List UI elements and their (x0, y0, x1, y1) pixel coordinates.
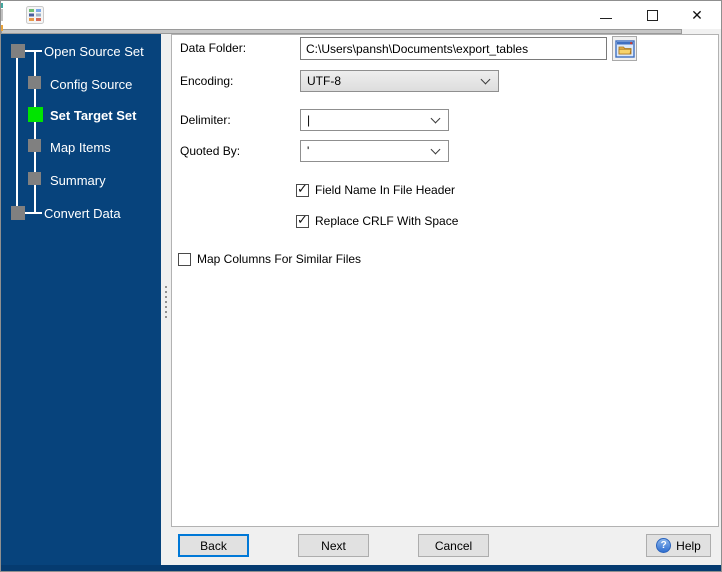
splitter-grip-icon (165, 296, 167, 298)
screen-edge-artifact (1, 9, 3, 21)
delimiter-value: | (307, 113, 311, 127)
help-question-icon: ? (656, 538, 672, 553)
checkbox-label: Replace CRLF With Space (315, 214, 459, 228)
minimize-button[interactable] (589, 1, 623, 29)
close-icon: ✕ (691, 7, 703, 23)
splitter-grip-icon (165, 286, 167, 288)
checkbox-label: Map Columns For Similar Files (197, 252, 362, 266)
quoted-by-combobox[interactable]: ' (300, 140, 449, 162)
step-label: Config Source (50, 77, 133, 92)
check-icon: ✓ (297, 180, 308, 196)
step-config-source[interactable]: Config Source (1, 76, 161, 92)
chevron-down-icon (430, 113, 441, 124)
step-convert-data[interactable]: Convert Data (1, 205, 161, 221)
close-button[interactable]: ✕ (680, 1, 714, 29)
target-settings-panel: Data Folder: Encoding: UTF-8 Delimiter: (171, 34, 719, 527)
checkbox-label: Field Name In File Header (315, 183, 456, 197)
maximize-button[interactable] (635, 1, 669, 29)
data-folder-input[interactable] (301, 38, 606, 59)
step-set-target-set[interactable]: Set Target Set (1, 107, 161, 123)
browse-folder-button[interactable] (612, 36, 637, 61)
splitter-grip-icon (165, 291, 167, 293)
encoding-select[interactable]: UTF-8 (300, 70, 499, 92)
step-label: Set Target Set (50, 108, 137, 123)
next-button[interactable]: Next (298, 534, 369, 557)
quoted-by-label: Quoted By: (180, 144, 241, 158)
checkbox-box-unchecked (178, 252, 191, 266)
quoted-by-value: ' (307, 144, 310, 158)
step-square-icon (11, 206, 25, 220)
checkbox-map-columns-for-similar-files[interactable]: Map Columns For Similar Files (178, 252, 361, 266)
splitter-grip-icon (165, 306, 167, 308)
minimize-icon (600, 17, 612, 19)
chevron-down-icon (430, 144, 441, 155)
delimiter-label: Delimiter: (180, 113, 231, 127)
bottom-edge-strip (1, 565, 721, 571)
maximize-icon (646, 9, 658, 21)
checkbox-replace-crlf-with-space[interactable]: ✓ Replace CRLF With Space (296, 211, 459, 228)
step-map-items[interactable]: Map Items (1, 139, 161, 155)
data-folder-input-wrapper (300, 37, 607, 60)
cancel-button[interactable]: Cancel (418, 534, 489, 557)
screen-edge-artifact (1, 25, 3, 31)
encoding-label: Encoding: (180, 74, 234, 88)
step-square-icon-active (28, 107, 43, 122)
check-icon: ✓ (297, 211, 308, 227)
checkbox-box-checked: ✓ (296, 211, 309, 228)
step-label: Open Source Set (44, 44, 144, 59)
splitter-grip-icon (165, 316, 167, 318)
step-square-icon (28, 139, 41, 152)
sidebar-splitter[interactable] (161, 34, 171, 567)
titlebar[interactable]: ✕ (1, 1, 721, 29)
step-square-icon (28, 172, 41, 185)
help-button-label: Help (676, 538, 701, 553)
delimiter-combobox[interactable]: | (300, 109, 449, 131)
checkbox-field-name-in-file-header[interactable]: ✓ Field Name In File Header (296, 180, 456, 197)
app-icon (26, 6, 44, 24)
chevron-down-icon (480, 74, 491, 85)
wizard-window: ✕ Open Source Set Config Source Set Targ… (0, 0, 722, 572)
checkbox-box-checked: ✓ (296, 180, 309, 197)
step-open-source-set[interactable]: Open Source Set (1, 43, 161, 59)
step-label: Map Items (50, 140, 111, 155)
step-square-icon (11, 44, 25, 58)
step-label: Summary (50, 173, 106, 188)
help-button[interactable]: ? Help (646, 534, 711, 557)
step-label: Convert Data (44, 206, 121, 221)
main-area: Data Folder: Encoding: UTF-8 Delimiter: (171, 34, 719, 567)
open-folder-icon (614, 39, 635, 58)
encoding-value: UTF-8 (307, 74, 341, 88)
step-summary[interactable]: Summary (1, 172, 161, 188)
screen-edge-artifact (1, 3, 3, 8)
data-folder-label: Data Folder: (180, 41, 247, 55)
splitter-grip-icon (165, 311, 167, 313)
step-square-icon (28, 76, 41, 89)
wizard-button-bar: Back Next Cancel ? Help (171, 527, 719, 567)
back-button[interactable]: Back (178, 534, 249, 557)
splitter-grip-icon (165, 301, 167, 303)
wizard-steps-sidebar: Open Source Set Config Source Set Target… (1, 34, 161, 567)
